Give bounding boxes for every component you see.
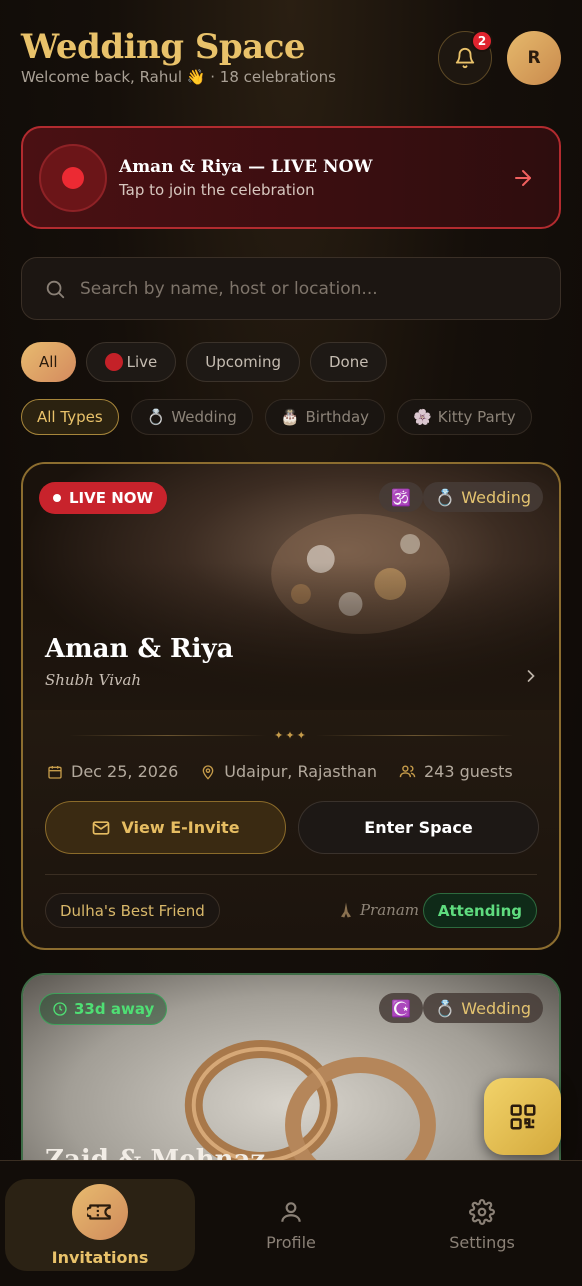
nav-invitations-label: Invitations xyxy=(51,1247,149,1267)
calendar-icon xyxy=(48,765,62,779)
notification-badge: 2 xyxy=(471,30,493,52)
nav-settings[interactable]: Settings xyxy=(387,1179,577,1271)
live-now-badge: LIVE NOW xyxy=(39,482,168,514)
event-meta: Dec 25, 2026 Udaipur, Rajasthan 243 gues… xyxy=(47,762,513,781)
event-location: Udaipur, Rajasthan xyxy=(224,762,377,781)
filter-upcoming[interactable]: Upcoming xyxy=(186,342,300,382)
live-now-banner[interactable]: Aman & Riya — LIVE NOW Tap to join the c… xyxy=(21,126,561,229)
live-record-icon xyxy=(39,143,107,212)
filter-done-label: Done xyxy=(328,353,369,371)
ring-icon: 💍 xyxy=(435,487,456,507)
filter-all-label: All xyxy=(39,353,58,371)
clock-icon xyxy=(53,1002,67,1016)
ring-icon: 💍 xyxy=(435,998,456,1018)
search-icon xyxy=(46,280,65,298)
event-date: Dec 25, 2026 xyxy=(71,762,179,781)
event-type-tag: 💍 Wedding xyxy=(423,482,543,512)
qr-code-icon xyxy=(510,1104,535,1129)
ticket-icon xyxy=(87,1203,111,1220)
nav-profile-label: Profile xyxy=(266,1232,316,1252)
type-birthday-label: Birthday xyxy=(305,408,370,426)
search-input[interactable] xyxy=(80,278,520,299)
countdown-badge: 33d away xyxy=(39,993,168,1025)
mail-icon xyxy=(93,820,110,835)
filter-live[interactable]: Live xyxy=(85,342,177,382)
event-type-label: Wedding xyxy=(461,487,531,507)
pranam-button[interactable]: Pranam xyxy=(336,900,419,920)
rsvp-status-badge[interactable]: Attending xyxy=(422,893,537,928)
filter-done[interactable]: Done xyxy=(309,342,388,382)
search-bar[interactable] xyxy=(21,257,561,320)
type-birthday[interactable]: 🎂 Birthday xyxy=(264,399,386,435)
type-kitty-party-label: Kitty Party xyxy=(437,408,516,426)
type-kitty-party[interactable]: 🌸 Kitty Party xyxy=(397,399,532,435)
ring-icon: 💍 xyxy=(146,408,166,426)
chevron-right-icon[interactable] xyxy=(521,666,541,686)
gear-icon xyxy=(469,1198,495,1225)
pranam-label: Pranam xyxy=(359,901,419,919)
crescent-icon: ☪️ xyxy=(379,993,423,1023)
card-divider xyxy=(45,874,537,875)
avatar[interactable]: R xyxy=(507,31,561,85)
event-type-tag: 💍 Wedding xyxy=(423,993,543,1023)
header: Wedding Space Welcome back, Rahul 👋 · 18… xyxy=(21,26,561,96)
countdown-text: 33d away xyxy=(74,1000,155,1018)
filter-live-label: Live xyxy=(126,353,158,371)
arrow-right-icon xyxy=(515,170,531,186)
event-title: Aman & Riya xyxy=(45,634,234,664)
event-card[interactable]: LIVE NOW 🕉️ 💍 Wedding Aman & Riya Shubh V… xyxy=(21,462,561,950)
status-filter-row: All Live Upcoming Done xyxy=(21,342,388,382)
live-dot-icon xyxy=(104,353,123,371)
nav-invitations[interactable]: Invitations xyxy=(5,1179,195,1271)
qr-scan-button[interactable] xyxy=(484,1078,561,1155)
event-guests: 243 guests xyxy=(423,762,513,781)
enter-space-button[interactable]: Enter Space xyxy=(298,801,539,854)
om-icon: 🕉️ xyxy=(379,482,423,512)
filter-upcoming-label: Upcoming xyxy=(205,353,281,371)
location-pin-icon xyxy=(202,764,214,780)
guests-icon xyxy=(399,765,416,778)
bell-icon xyxy=(455,48,475,69)
role-badge: Dulha's Best Friend xyxy=(45,893,220,928)
notifications-button[interactable]: 2 xyxy=(438,30,493,85)
event-subtitle: Shubh Vivah xyxy=(45,671,142,689)
cake-icon: 🎂 xyxy=(280,408,300,426)
type-filter-row: All Types 💍 Wedding 🎂 Birthday 🌸 Kitty Part… xyxy=(21,399,532,435)
type-all[interactable]: All Types xyxy=(21,399,119,435)
type-all-label: All Types xyxy=(37,408,103,426)
ornament-divider: ✦✦✦ xyxy=(69,729,513,742)
event-type-label: Wedding xyxy=(461,998,531,1018)
filter-all[interactable]: All xyxy=(21,342,76,382)
live-badge-text: LIVE NOW xyxy=(69,489,154,507)
live-banner-title: Aman & Riya — LIVE NOW xyxy=(119,156,373,177)
bottom-navigation: Invitations Profile Settings xyxy=(0,1160,582,1286)
type-wedding[interactable]: 💍 Wedding xyxy=(130,399,253,435)
nav-profile[interactable]: Profile xyxy=(196,1179,386,1271)
live-banner-subtitle: Tap to join the celebration xyxy=(119,180,315,199)
view-e-invite-label: View E-Invite xyxy=(121,818,240,837)
flower-icon: 🌸 xyxy=(413,408,432,426)
nav-settings-label: Settings xyxy=(449,1232,515,1252)
folded-hands-icon xyxy=(340,902,351,918)
view-e-invite-button[interactable]: View E-Invite xyxy=(45,801,286,854)
user-icon xyxy=(281,1201,301,1222)
type-wedding-label: Wedding xyxy=(171,408,237,426)
